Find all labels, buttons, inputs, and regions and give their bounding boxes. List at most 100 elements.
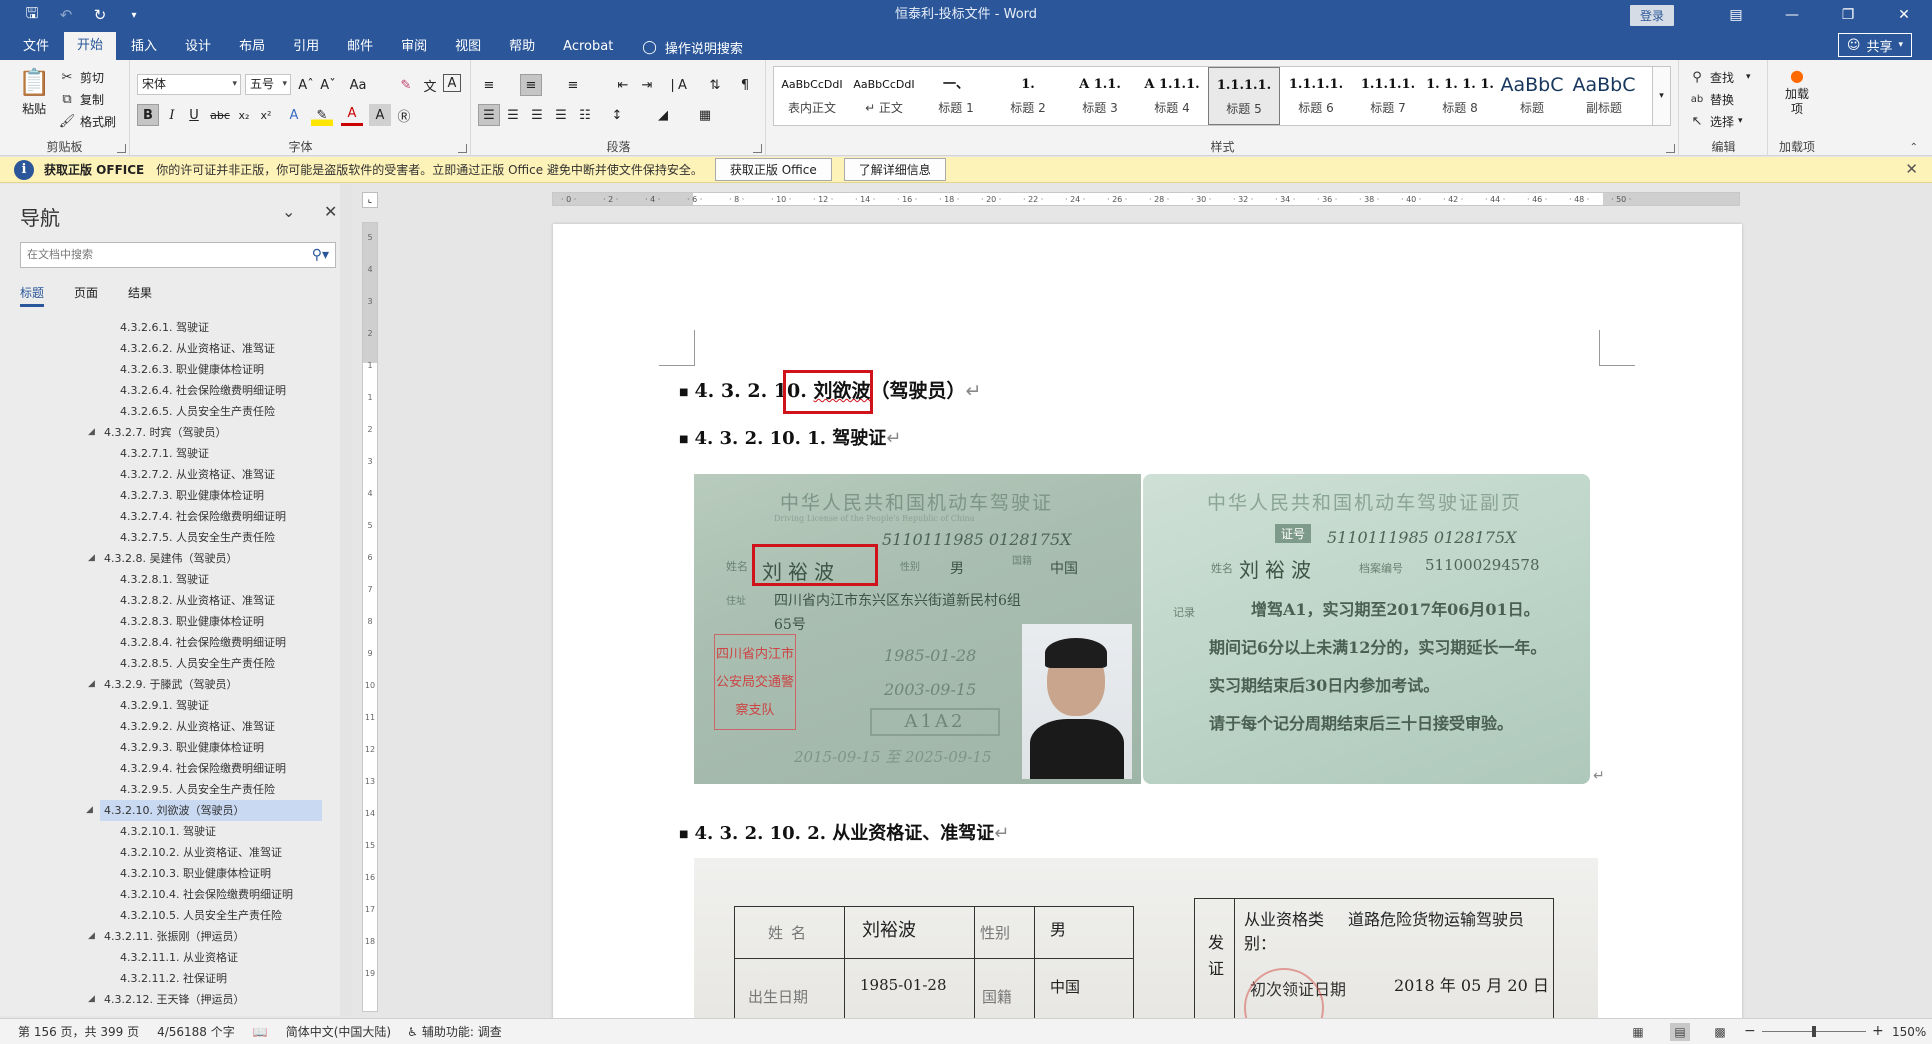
collapse-triangle-icon[interactable]: ◢	[88, 674, 95, 695]
italic-icon[interactable]: I	[161, 104, 183, 126]
tab-selector[interactable]: ⌞	[362, 192, 378, 208]
style-item[interactable]: AaBbCcDdI ↵ 正文	[848, 67, 920, 125]
align-left-icon[interactable]: ☰	[478, 104, 500, 126]
nav-heading-item[interactable]: 4.3.2.11.2. 社保证明	[0, 968, 340, 989]
save-icon[interactable]: 🖫	[22, 4, 42, 25]
nav-heading-item[interactable]: ◢ 4.3.2.7. 时宾（驾驶员）	[0, 422, 340, 443]
find-button[interactable]: ⚲ 查找 ▾	[1688, 68, 1750, 86]
nav-heading-item[interactable]: 4.3.2.6.2. 从业资格证、准驾证	[0, 338, 340, 359]
nav-heading-item[interactable]: 4.3.2.7.3. 职业健康体检证明	[0, 485, 340, 506]
numbering-icon[interactable]: ≡	[520, 74, 542, 96]
nav-heading-item[interactable]: 4.3.2.7.2. 从业资格证、准驾证	[0, 464, 340, 485]
change-case-icon[interactable]: Aa	[347, 74, 369, 96]
zoom-out-icon[interactable]: −	[1744, 1023, 1756, 1039]
style-item[interactable]: 一、 标题 1	[920, 67, 992, 125]
nav-heading-item[interactable]: 4.3.2.8.3. 职业健康体检证明	[0, 611, 340, 632]
nav-search-input[interactable]: 在文档中搜索 ⚲▾	[20, 242, 336, 268]
multilevel-list-icon[interactable]: ≡	[562, 74, 584, 96]
highlight-icon[interactable]: ✎	[311, 104, 333, 126]
borders-icon[interactable]: ▦	[694, 104, 716, 126]
word-count[interactable]: 4/56188 个字	[157, 1023, 235, 1040]
nav-heading-item[interactable]: 4.3.2.10.5. 人员安全生产责任险	[0, 905, 340, 926]
style-item[interactable]: A 1.1.1. 标题 4	[1136, 67, 1208, 125]
tab-mailings[interactable]: 邮件	[334, 34, 386, 60]
tab-view[interactable]: 视图	[442, 34, 494, 60]
nav-heading-item[interactable]: 4.3.2.7.4. 社会保险缴费明细证明	[0, 506, 340, 527]
search-icon[interactable]: ⚲▾	[312, 243, 329, 267]
tab-home[interactable]: 开始	[64, 32, 117, 60]
nav-heading-item[interactable]: 4.3.2.8.5. 人员安全生产责任险	[0, 653, 340, 674]
close-icon[interactable]: ✕	[1876, 0, 1932, 30]
undo-icon[interactable]: ↶	[56, 5, 76, 25]
nav-heading-item[interactable]: 4.3.2.8.2. 从业资格证、准驾证	[0, 590, 340, 611]
underline-icon[interactable]: U	[183, 104, 205, 126]
nav-heading-item[interactable]: 4.3.2.7.5. 人员安全生产责任险	[0, 527, 340, 548]
sort-icon[interactable]: ⇅	[704, 74, 726, 96]
nav-heading-item[interactable]: 4.3.2.8.1. 驾驶证	[0, 569, 340, 590]
page-count[interactable]: 第 156 页，共 399 页	[18, 1023, 139, 1040]
nav-heading-item[interactable]: 4.3.2.6.4. 社会保险缴费明细证明	[0, 380, 340, 401]
tab-references[interactable]: 引用	[280, 34, 332, 60]
shading-icon[interactable]: ◢	[652, 104, 674, 126]
collapse-triangle-icon[interactable]: ◢	[88, 422, 95, 443]
format-painter-button[interactable]: 🖌 格式刷	[58, 112, 116, 130]
proofing-icon[interactable]: 📖	[253, 1025, 268, 1039]
font-name-combo[interactable]: 宋体 ▾	[137, 74, 241, 95]
cut-button[interactable]: ✂ 剪切	[58, 68, 104, 86]
collapse-triangle-icon[interactable]: ◢	[88, 548, 95, 569]
show-marks-icon[interactable]: ¶	[734, 74, 756, 96]
style-item[interactable]: AaBbC 副标题	[1568, 67, 1640, 125]
collapse-triangle-icon[interactable]: ◢	[88, 989, 95, 1007]
nav-heading-item[interactable]: ◢ 4.3.2.11. 张振刚（押运员）	[0, 926, 340, 947]
line-spacing-icon[interactable]: ↕	[606, 104, 628, 126]
char-border-icon[interactable]: A	[443, 74, 461, 92]
nav-heading-item[interactable]: 4.3.2.7.1. 驾驶证	[0, 443, 340, 464]
nav-heading-item[interactable]: 4.3.2.9.3. 职业健康体检证明	[0, 737, 340, 758]
nav-heading-item[interactable]: 4.3.2.10.1. 驾驶证	[0, 821, 340, 842]
nav-scrollbar[interactable]	[340, 184, 352, 1016]
nav-heading-item[interactable]: 4.3.2.10.4. 社会保险缴费明细证明	[0, 884, 340, 905]
paste-button[interactable]: 📋 粘贴	[18, 68, 50, 117]
nav-tab-results[interactable]: 结果	[128, 284, 152, 307]
clipboard-launcher-icon[interactable]	[117, 144, 126, 153]
nav-heading-item[interactable]: ◢ 4.3.2.12. 王天锋（押运员）	[0, 989, 340, 1007]
style-item[interactable]: A 1.1. 标题 3	[1064, 67, 1136, 125]
nav-heading-item[interactable]: ◢ 4.3.2.8. 吴建伟（驾驶员）	[0, 548, 340, 569]
tab-insert[interactable]: 插入	[118, 34, 170, 60]
driving-license-front-image[interactable]: 中华人民共和国机动车驾驶证 Driving License of the Peo…	[694, 474, 1141, 784]
style-item[interactable]: 1.1.1.1. 标题 6	[1280, 67, 1352, 125]
char-shading-icon[interactable]: A	[369, 104, 391, 126]
font-color-icon[interactable]: A	[341, 104, 363, 126]
nav-heading-item[interactable]: 4.3.2.11.1. 从业资格证	[0, 947, 340, 968]
close-icon[interactable]: ✕	[1905, 160, 1918, 178]
copy-button[interactable]: ⧉ 复制	[58, 90, 104, 108]
subscript-icon[interactable]: x₂	[233, 104, 255, 126]
addins-button[interactable]: ● 加载项	[1779, 66, 1815, 117]
document-page[interactable]: ■ 4. 3. 2. 10. 刘欲波（驾驶员）↵ ■ 4. 3. 2. 10. 1.…	[553, 224, 1742, 1018]
accessibility-icon[interactable]: ♿	[407, 1025, 418, 1039]
zoom-in-icon[interactable]: +	[1872, 1023, 1884, 1039]
chevron-down-icon[interactable]: ⌄	[282, 202, 295, 221]
tab-design[interactable]: 设计	[172, 34, 224, 60]
collapse-triangle-icon[interactable]: ◢	[88, 926, 95, 947]
text-effects-icon[interactable]: A	[283, 104, 305, 126]
style-item[interactable]: 1. 1. 1. 1. 标题 8	[1424, 67, 1496, 125]
phonetic-guide-icon[interactable]: 文	[419, 74, 441, 96]
collapse-triangle-icon[interactable]: ◢	[86, 800, 93, 821]
nav-heading-item[interactable]: 4.3.2.8.4. 社会保险缴费明细证明	[0, 632, 340, 653]
horizontal-ruler[interactable]: · 0 · · 2 · · 4 · · 6 · · 8 · · 10 · · 12 · · 1…	[552, 192, 1740, 206]
qualification-certificate-image[interactable]: 姓名 刘裕波 性别 男 出生日期 1985-01-28 国籍 中国 发证 从业资…	[694, 858, 1598, 1018]
style-item[interactable]: 1.1.1.1. 标题 5	[1208, 67, 1280, 125]
paragraph-launcher-icon[interactable]	[753, 144, 762, 153]
share-button[interactable]: ☺ 共享 ▾	[1837, 33, 1912, 57]
language[interactable]: 简体中文(中国大陆)	[286, 1023, 391, 1040]
nav-heading-item[interactable]: 4.3.2.6.1. 驾驶证	[0, 317, 340, 338]
style-item[interactable]: 1.1.1.1. 标题 7	[1352, 67, 1424, 125]
chinese-layout-icon[interactable]: ❘A	[666, 74, 688, 96]
read-mode-icon[interactable]: ▦	[1628, 1023, 1648, 1041]
bold-icon[interactable]: B	[137, 104, 159, 126]
nav-heading-item[interactable]: ◢ 4.3.2.9. 于滕武（驾驶员）	[0, 674, 340, 695]
heading-qualification[interactable]: ■ 4. 3. 2. 10. 2. 从业资格证、准驾证↵	[679, 819, 1009, 845]
grow-font-icon[interactable]: Aˆ	[295, 74, 317, 96]
tab-help[interactable]: 帮助	[496, 34, 548, 60]
